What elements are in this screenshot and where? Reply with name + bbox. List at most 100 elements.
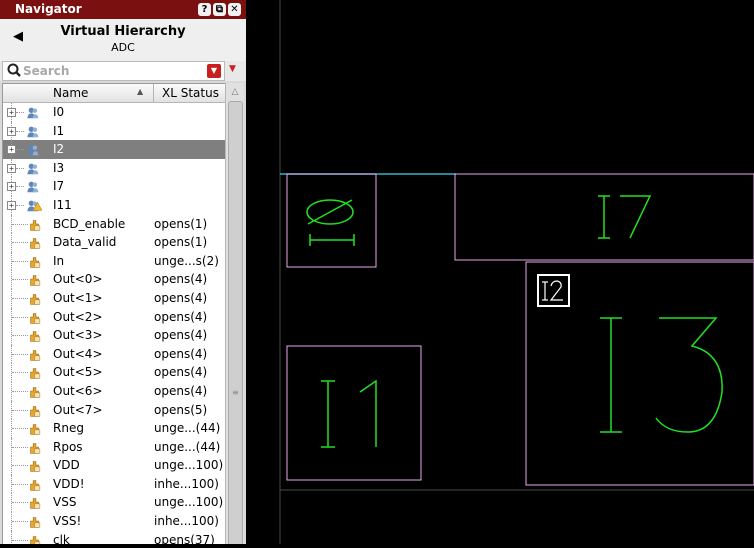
tree-connector — [12, 409, 28, 411]
net-icon — [30, 256, 41, 268]
tree-row[interactable]: Out<3> opens(4) — [3, 326, 225, 345]
row-name: Out<1> — [53, 290, 103, 305]
tree-row[interactable]: VSS unge...100) — [3, 493, 225, 513]
column-divider[interactable] — [153, 84, 154, 102]
tree-row[interactable]: + I11 — [3, 195, 225, 215]
net-icon — [30, 405, 41, 417]
vertical-scrollbar[interactable]: △ ≡ — [225, 83, 244, 544]
scrollbar-thumb[interactable]: ≡ — [228, 101, 243, 544]
row-name: Rpos — [53, 439, 83, 454]
instance-I2-highlight[interactable] — [537, 274, 570, 307]
row-status: opens(5) — [154, 402, 208, 417]
tree-connector — [16, 204, 24, 206]
tree-row[interactable]: Rpos unge...(44) — [3, 437, 225, 457]
tree-connector — [12, 353, 28, 355]
row-name: clk — [53, 532, 70, 544]
instance-I7-label-glyph — [598, 195, 652, 239]
navigator-titlebar[interactable]: Navigator ? ⧉ ✕ — [0, 0, 246, 19]
expand-icon[interactable]: + — [7, 145, 16, 155]
instance-I2-label-glyph — [542, 280, 563, 301]
tree-connector — [12, 539, 28, 541]
tree-connector — [12, 428, 28, 430]
tree-row[interactable]: Out<4> opens(4) — [3, 344, 225, 364]
tree-row[interactable]: + I1 — [3, 121, 225, 141]
expand-icon[interactable]: + — [7, 108, 16, 117]
tree-row[interactable]: Out<5> opens(4) — [3, 363, 225, 382]
row-name: I7 — [53, 179, 65, 194]
tree-connector — [12, 465, 28, 467]
row-name: I0 — [53, 105, 65, 119]
net-icon — [30, 294, 41, 305]
tree-row[interactable]: VDD unge...100) — [3, 456, 225, 475]
tree-row[interactable]: Data_valid opens(1) — [3, 233, 225, 252]
expand-icon[interactable]: + — [7, 200, 16, 210]
tree-row[interactable]: Out<0> opens(4) — [3, 270, 225, 289]
hierarchy-tree[interactable]: Name ▲ XL Status + I0 + I1 + I2 + I3 + I7 + I… — [2, 83, 226, 544]
expand-icon[interactable]: + — [7, 163, 16, 173]
instance-I0-boundary[interactable] — [286, 173, 377, 268]
chevron-down-icon[interactable]: ▼ — [229, 64, 236, 74]
tree-connector — [12, 279, 28, 281]
tree-row[interactable]: VDD! inhe...100) — [3, 474, 225, 494]
net-icon — [30, 349, 41, 361]
tree-connector — [12, 316, 28, 318]
net-icon — [30, 498, 41, 510]
tree-row[interactable]: Out<7> opens(5) — [3, 400, 225, 420]
close-button[interactable]: ✕ — [228, 3, 241, 16]
row-name: Rneg — [53, 421, 84, 436]
instance-I1-boundary[interactable] — [286, 345, 422, 481]
tree-connector — [12, 502, 28, 504]
row-name: I11 — [53, 197, 72, 212]
column-header-name[interactable]: Name — [53, 86, 88, 100]
tree-row[interactable]: In unge...s(2) — [3, 251, 225, 271]
tree-row[interactable]: Out<2> opens(4) — [3, 307, 225, 327]
search-options-dropdown[interactable]: ▼ — [207, 64, 221, 78]
row-name: Out<7> — [53, 402, 103, 417]
column-header-status[interactable]: XL Status — [162, 86, 219, 100]
tree-row[interactable]: Rneg unge...(44) — [3, 419, 225, 438]
row-name: Out<2> — [53, 309, 103, 324]
tree-row[interactable]: + I3 — [3, 158, 225, 178]
tree-connector — [16, 149, 24, 151]
sort-ascending-icon[interactable]: ▲ — [137, 87, 143, 96]
tree-row[interactable]: Out<1> opens(4) — [3, 288, 225, 308]
row-status: opens(4) — [154, 365, 208, 380]
undock-button[interactable]: ⧉ — [213, 3, 226, 16]
layout-canvas[interactable] — [246, 0, 754, 544]
row-status: opens(4) — [154, 290, 208, 305]
tree-connector — [12, 335, 28, 337]
expand-icon[interactable]: + — [7, 182, 16, 192]
net-icon — [30, 238, 41, 249]
row-name: VSS — [53, 495, 77, 510]
tree-row[interactable]: clk opens(37) — [3, 530, 225, 544]
net-icon — [30, 331, 41, 342]
instance-icon — [27, 126, 39, 137]
row-status: unge...100) — [154, 495, 224, 510]
search-box[interactable]: ▼ — [2, 61, 225, 81]
expand-icon[interactable]: + — [7, 126, 16, 136]
tree-connector — [12, 483, 28, 485]
net-icon — [30, 368, 41, 379]
scroll-up-icon[interactable]: △ — [227, 85, 243, 99]
row-name: Out<5> — [53, 365, 103, 380]
row-status: opens(1) — [154, 235, 208, 250]
tree-connector — [12, 390, 28, 392]
instance-I3-label-glyph — [600, 317, 723, 433]
tree-connector — [12, 260, 28, 262]
tree-row[interactable]: Out<6> opens(4) — [3, 381, 225, 401]
row-name: Out<3> — [53, 328, 103, 343]
tree-connector — [16, 112, 24, 113]
net-icon — [30, 442, 41, 454]
tree-connector — [12, 521, 28, 523]
row-status: unge...100) — [154, 458, 224, 473]
tree-row[interactable]: + I7 — [3, 177, 225, 196]
tree-row[interactable]: BCD_enable opens(1) — [3, 214, 225, 234]
help-button[interactable]: ? — [198, 3, 211, 16]
tree-row[interactable]: + I2 — [3, 140, 225, 159]
tree-row[interactable]: + I0 — [3, 103, 225, 122]
hierarchy-header: ◀ Virtual Hierarchy ADC — [0, 19, 246, 61]
search-input[interactable] — [23, 63, 203, 79]
row-name: I3 — [53, 160, 65, 175]
tree-row[interactable]: VSS! inhe...100) — [3, 512, 225, 531]
tree-connector — [16, 130, 24, 132]
